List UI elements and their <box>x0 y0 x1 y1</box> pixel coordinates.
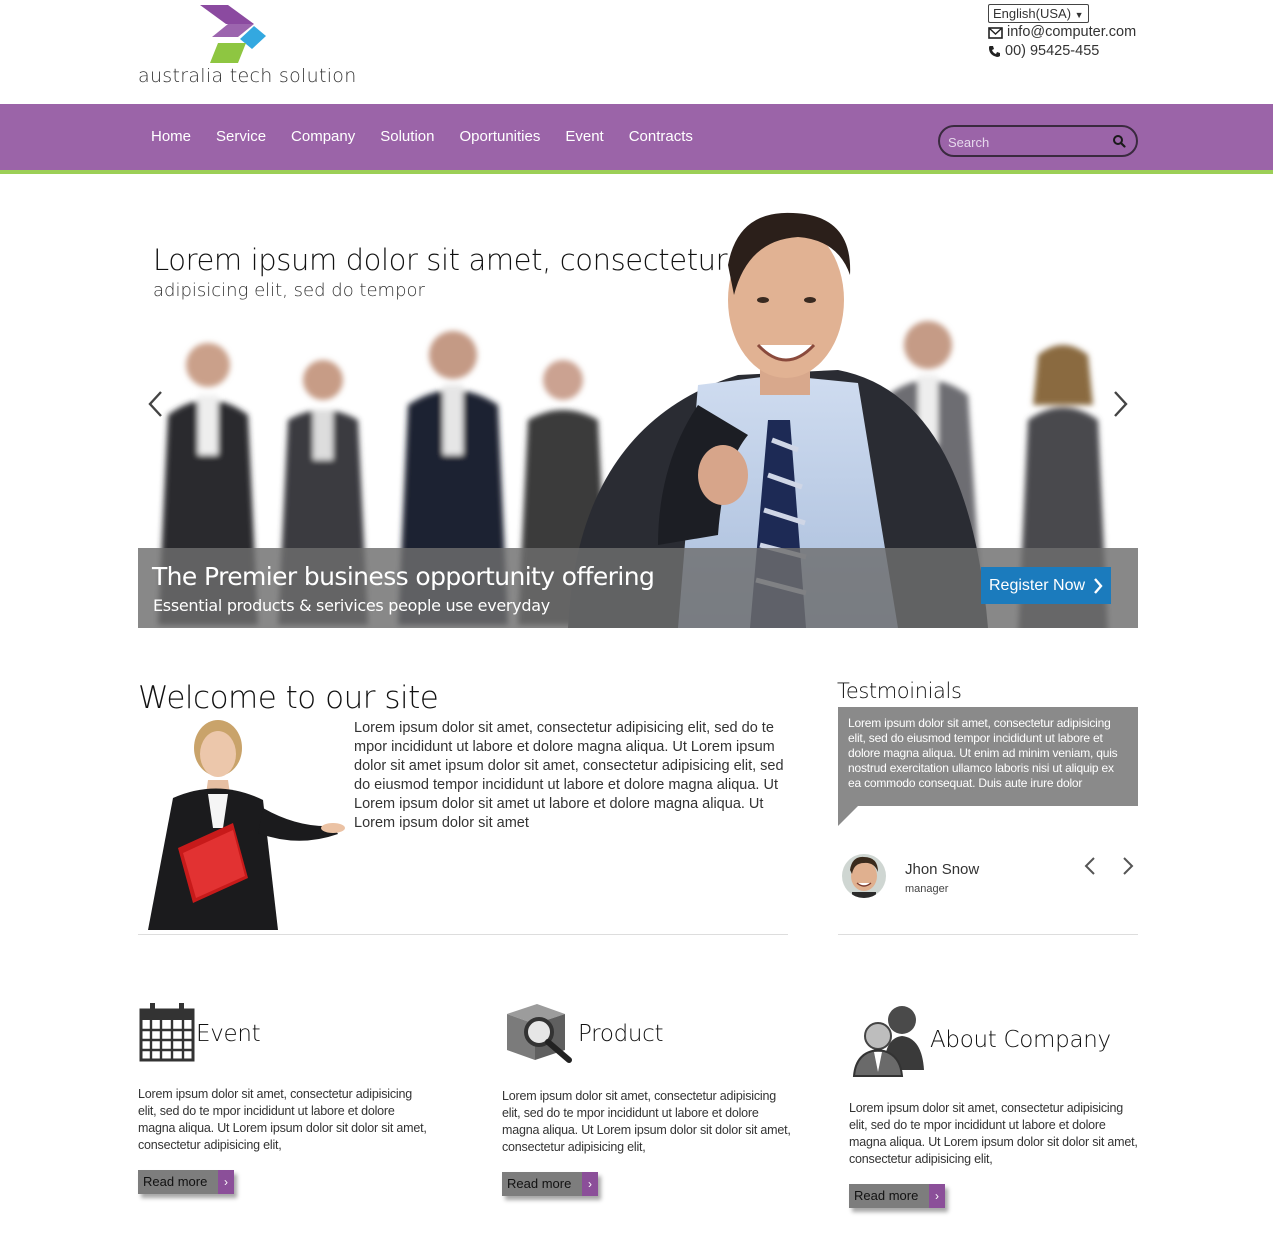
logo[interactable]: australia tech solution <box>138 5 356 90</box>
hero-caption: The Premier business opportunity offerin… <box>138 548 1138 628</box>
hero-title: Lorem ipsum dolor sit amet, consectetur <box>153 243 728 277</box>
slider-next-icon[interactable] <box>1108 388 1132 420</box>
testimonial-next-icon[interactable] <box>1120 855 1136 877</box>
email-line[interactable]: info@computer.com <box>988 23 1148 42</box>
phone-text: 00) 95425-455 <box>1005 43 1100 59</box>
avatar <box>842 854 886 898</box>
product-search-icon <box>507 1004 572 1063</box>
read-more-label: Read more <box>849 1184 929 1208</box>
language-value: English(USA) <box>993 6 1072 21</box>
hero-caption-subtitle: Essential products & serivices people us… <box>153 596 550 615</box>
nav-service[interactable]: Service <box>216 128 266 145</box>
welcome-heading: Welcome to our site <box>138 680 439 716</box>
top-info: English(USA) ▼ info@computer.com 00) 954… <box>988 4 1148 61</box>
nav-event[interactable]: Event <box>565 128 603 145</box>
feature-text-event: Lorem ipsum dolor sit amet, consectetur … <box>138 1087 427 1152</box>
testimonial-prev-icon[interactable] <box>1082 855 1098 877</box>
testimonial-quote: Lorem ipsum dolor sit amet, consectetur … <box>838 707 1138 806</box>
main-navbar: Home Service Company Solution Oportuniti… <box>0 104 1273 174</box>
chevron-down-icon: ▼ <box>1074 10 1084 20</box>
envelope-icon <box>988 26 1003 39</box>
read-more-label: Read more <box>138 1170 218 1194</box>
read-more-button-product[interactable]: Read more › <box>502 1172 598 1196</box>
read-more-button-event[interactable]: Read more › <box>138 1170 234 1194</box>
nav-home[interactable]: Home <box>151 128 191 145</box>
nav-oportunities[interactable]: Oportunities <box>459 128 540 145</box>
people-icon <box>852 1006 924 1077</box>
quote-tail <box>838 806 858 826</box>
chevron-right-icon <box>1094 577 1103 594</box>
search-box <box>938 125 1138 157</box>
language-select[interactable]: English(USA) ▼ <box>988 4 1089 23</box>
nav-company[interactable]: Company <box>291 128 355 145</box>
feature-title-event: Event <box>196 1021 261 1047</box>
hero-slider: Lorem ipsum dolor sit amet, consectetur … <box>138 205 1138 628</box>
nav-solution[interactable]: Solution <box>380 128 434 145</box>
register-now-button[interactable]: Register Now <box>981 567 1111 604</box>
chevron-right-icon: › <box>929 1184 945 1208</box>
feature-text-product: Lorem ipsum dolor sit amet, consectetur … <box>502 1089 791 1154</box>
feature-title-product: Product <box>578 1021 664 1047</box>
register-now-label: Register Now <box>988 576 1086 594</box>
divider <box>838 934 1138 935</box>
search-icon[interactable] <box>1112 134 1126 148</box>
read-more-label: Read more <box>502 1172 582 1196</box>
read-more-button-about[interactable]: Read more › <box>849 1184 945 1208</box>
welcome-text: Lorem ipsum dolor sit amet, consectetur … <box>354 720 784 831</box>
feature-text-about: Lorem ipsum dolor sit amet, consectetur … <box>849 1101 1138 1166</box>
divider <box>138 934 788 935</box>
testimonial-role: manager <box>905 883 949 895</box>
chevron-right-icon: › <box>218 1170 234 1194</box>
phone-icon <box>989 46 1000 57</box>
calendar-icon <box>139 1003 195 1062</box>
nav-contracts[interactable]: Contracts <box>629 128 693 145</box>
testimonial-name: Jhon Snow <box>905 861 980 878</box>
logo-mark-icon <box>200 5 266 63</box>
hero-subtitle: adipisicing elit, sed do tempor <box>153 280 425 301</box>
email-text: info@computer.com <box>1007 24 1137 40</box>
main-nav: Home Service Company Solution Oportuniti… <box>151 128 693 145</box>
logo-text: australia tech solution <box>138 65 357 87</box>
slider-prev-icon[interactable] <box>144 388 168 420</box>
phone-line[interactable]: 00) 95425-455 <box>988 42 1148 61</box>
chevron-right-icon: › <box>582 1172 598 1196</box>
businesswoman-image <box>148 720 345 930</box>
search-input[interactable] <box>948 133 1108 151</box>
testimonials-heading: Testmoinials <box>837 679 962 703</box>
hero-caption-title: The Premier business opportunity offerin… <box>152 562 655 591</box>
feature-title-about: About Company <box>930 1027 1111 1053</box>
